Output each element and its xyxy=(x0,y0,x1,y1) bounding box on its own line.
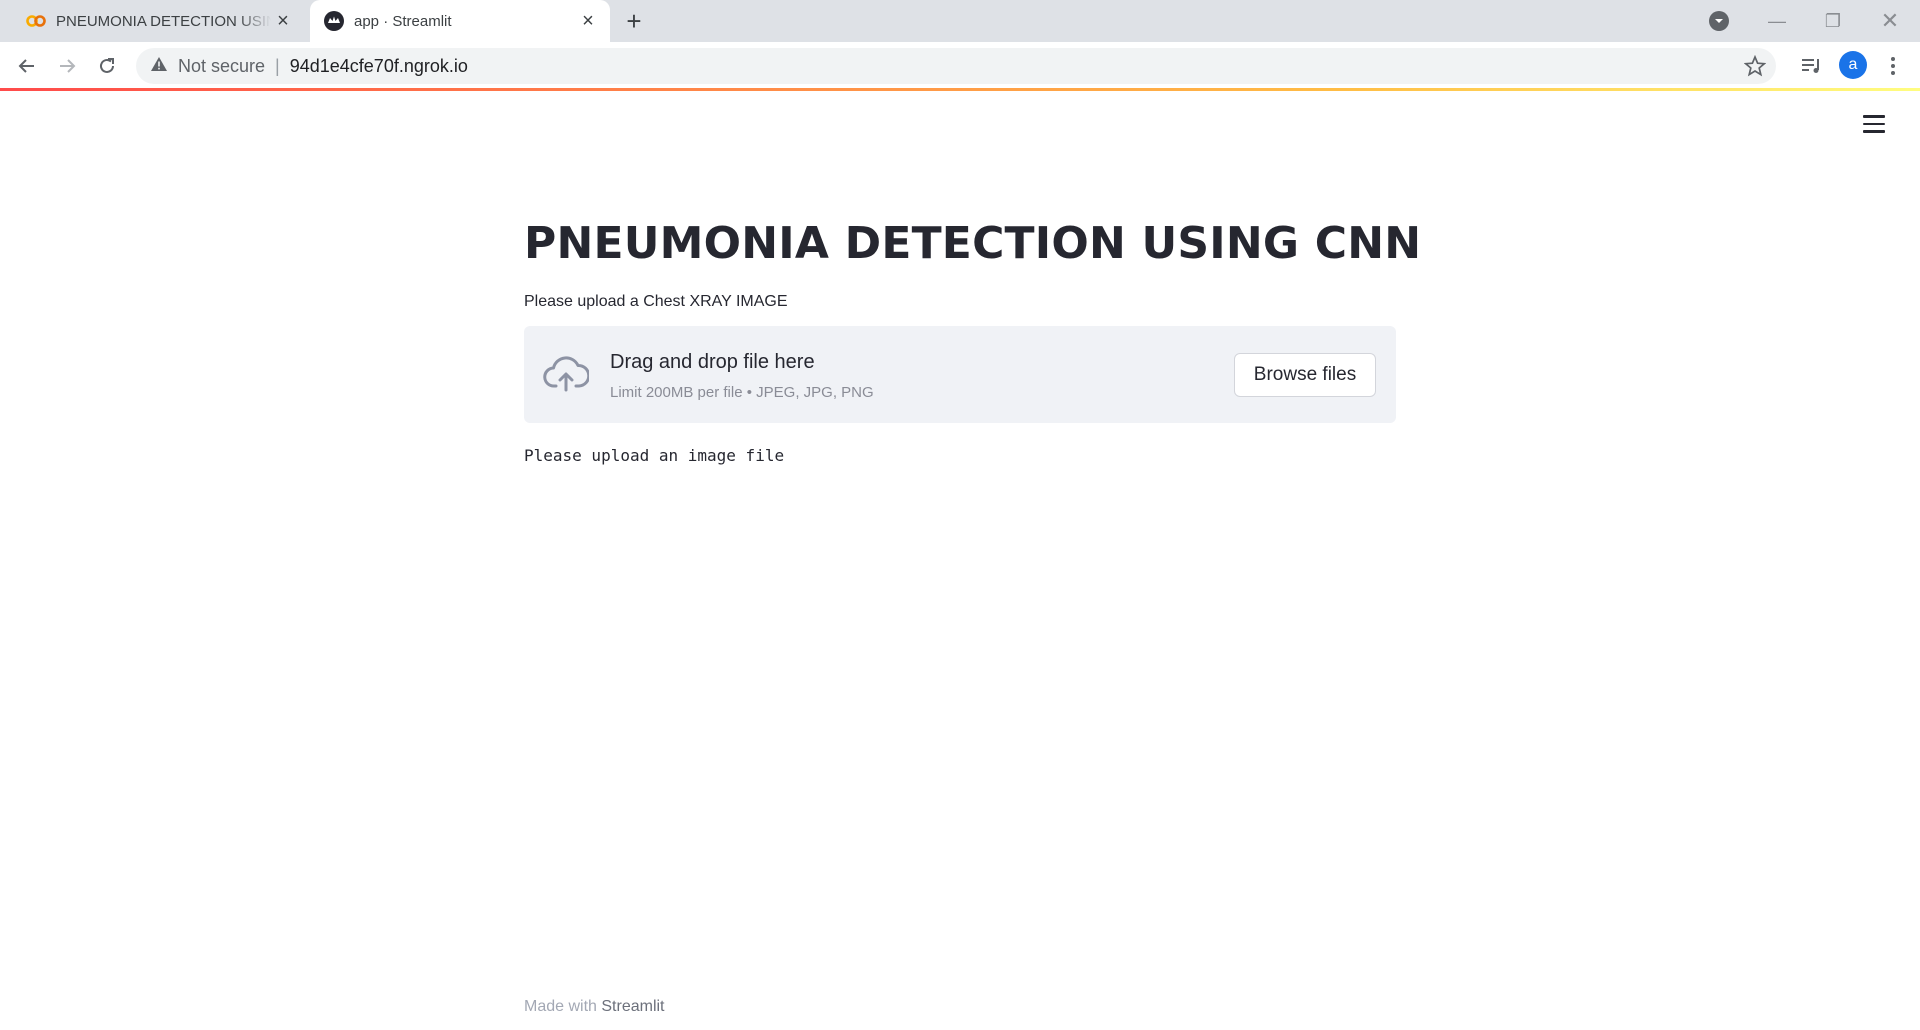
footer-prefix: Made with xyxy=(524,998,602,1015)
file-uploader-label: Please upload a Chest XRAY IMAGE xyxy=(524,293,788,310)
page-title: PNEUMONIA DETECTION USING CNN xyxy=(524,218,1422,269)
streamlit-icon xyxy=(324,11,344,31)
restore-icon[interactable]: ❐ xyxy=(1818,6,1848,36)
dropzone-limit-text: Limit 200MB per file • JPEG, JPG, PNG xyxy=(610,384,874,401)
window-close-icon[interactable]: ✕ xyxy=(1875,6,1905,36)
hamburger-menu-icon[interactable] xyxy=(1863,115,1885,135)
colab-icon xyxy=(26,11,46,31)
new-tab-icon[interactable]: + xyxy=(620,8,648,36)
tab-title: PNEUMONIA DETECTION USING CNN xyxy=(56,12,271,30)
media-control-icon[interactable] xyxy=(1797,52,1825,80)
security-status: Not secure xyxy=(178,55,266,76)
more-menu-icon[interactable] xyxy=(1879,52,1907,80)
streamlit-link[interactable]: Streamlit xyxy=(601,998,664,1015)
close-icon[interactable]: × xyxy=(275,11,291,31)
status-message: Please upload an image file xyxy=(524,446,785,465)
address-bar[interactable]: Not secure | 94d1e4cfe70f.ngrok.io xyxy=(136,48,1776,84)
tab-colab[interactable]: PNEUMONIA DETECTION USING CNN × xyxy=(0,0,305,42)
minimize-icon[interactable]: — xyxy=(1762,6,1792,36)
warning-icon[interactable] xyxy=(150,56,168,77)
back-icon[interactable] xyxy=(13,52,41,80)
tab-streamlit[interactable]: app · Streamlit × xyxy=(310,0,610,42)
browser-toolbar: Not secure | 94d1e4cfe70f.ngrok.io xyxy=(0,42,1920,90)
bookmark-star-icon[interactable] xyxy=(1743,54,1767,77)
close-icon[interactable]: × xyxy=(580,11,596,31)
profile-avatar[interactable]: a xyxy=(1839,51,1867,79)
browser-tabstrip: PNEUMONIA DETECTION USING CNN × app · St… xyxy=(0,0,1920,42)
file-dropzone[interactable]: Drag and drop file here Limit 200MB per … xyxy=(524,326,1396,423)
tab-search-icon[interactable] xyxy=(1709,11,1729,31)
cloud-upload-icon xyxy=(543,354,591,394)
forward-icon[interactable] xyxy=(53,52,81,80)
url-text: 94d1e4cfe70f.ngrok.io xyxy=(289,55,468,76)
tab-title: app · Streamlit xyxy=(354,12,452,30)
dropzone-instructions: Drag and drop file here xyxy=(610,351,815,373)
reload-icon[interactable] xyxy=(93,52,121,80)
footer: Made with Streamlit xyxy=(524,998,665,1016)
browse-files-button[interactable]: Browse files xyxy=(1234,353,1376,397)
streamlit-decoration-bar xyxy=(0,88,1920,91)
separator: | xyxy=(275,55,280,76)
